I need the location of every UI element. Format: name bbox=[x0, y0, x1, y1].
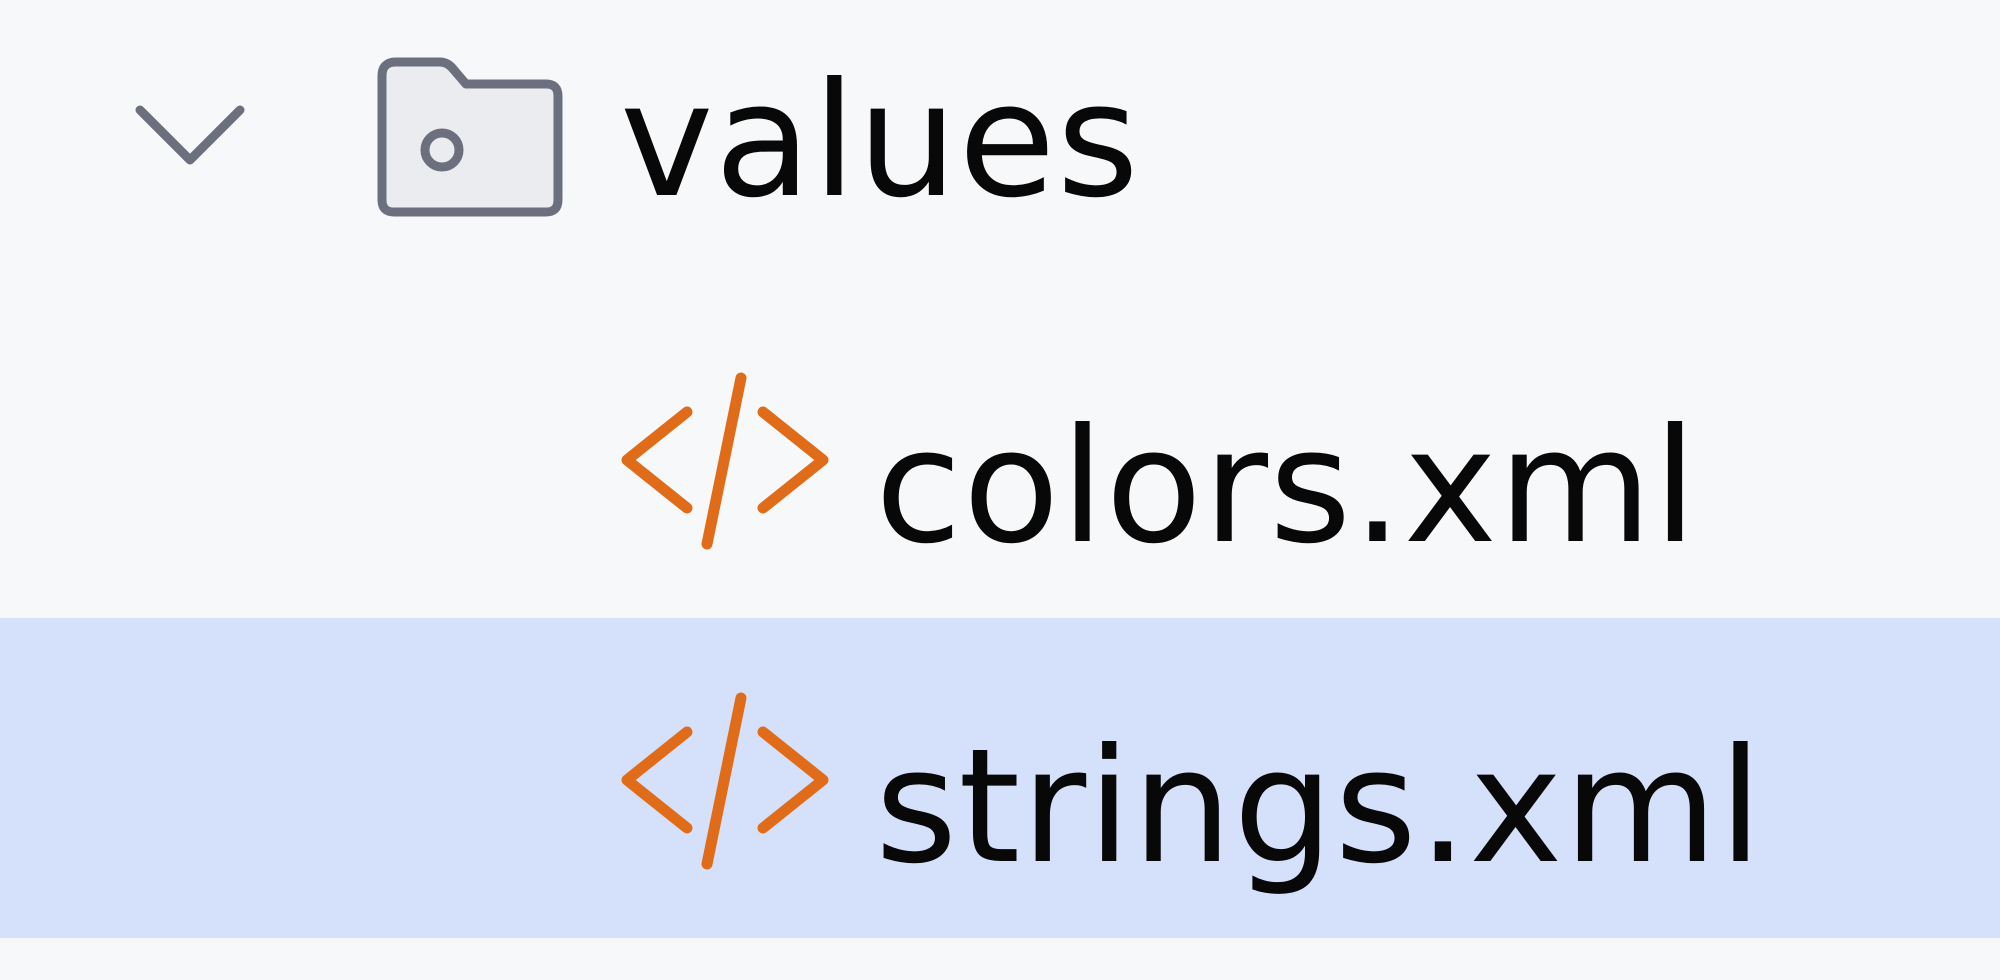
tree-item-colors-xml[interactable]: colors.xml bbox=[0, 300, 2000, 620]
tree-item-label: values bbox=[620, 49, 1140, 233]
chevron-down-icon[interactable] bbox=[130, 95, 250, 175]
tree-item-label: strings.xml bbox=[875, 715, 1764, 899]
project-tree: values colors.xml strings.xml bbox=[0, 0, 2000, 980]
xml-file-icon bbox=[621, 692, 829, 870]
xml-file-icon bbox=[621, 372, 829, 550]
tree-item-strings-xml[interactable]: strings.xml bbox=[0, 618, 2000, 938]
folder-icon bbox=[377, 57, 563, 217]
tree-item-label: colors.xml bbox=[875, 395, 1698, 579]
tree-item-values-folder[interactable]: values bbox=[0, 0, 2000, 300]
